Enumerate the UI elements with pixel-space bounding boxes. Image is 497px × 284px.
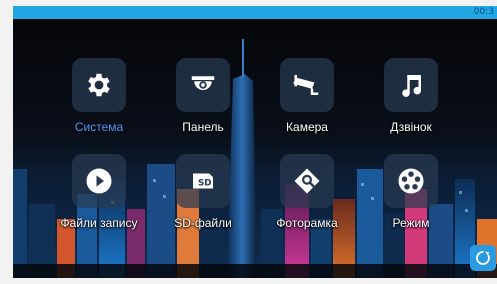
status-bar: 00:3 [13, 6, 497, 19]
menu-item-label: SD-файли [174, 216, 232, 230]
menu-item-ringtone[interactable]: Дзвінок [361, 58, 461, 140]
menu-item-mode[interactable]: Режим [361, 154, 461, 236]
menu-item-panel[interactable]: Панель [153, 58, 253, 140]
photo-frame-icon [280, 154, 334, 208]
camera-dome-icon [176, 58, 230, 112]
film-reel-icon [384, 154, 438, 208]
menu-item-label: Дзвінок [390, 120, 432, 134]
music-note-icon [384, 58, 438, 112]
device-screen: 00:3 Система Панель Камера Дзвінок Файли… [13, 6, 497, 278]
menu-item-system[interactable]: Система [49, 58, 149, 140]
menu-item-camera[interactable]: Камера [257, 58, 357, 140]
menu-item-label: Камера [286, 120, 328, 134]
menu-item-label: Режим [392, 216, 430, 230]
refresh-icon [476, 251, 490, 265]
clock: 00:3 [473, 7, 494, 17]
menu-item-photo-frame[interactable]: Фоторамка [257, 154, 357, 236]
menu-item-label: Панель [182, 120, 224, 134]
svg-text:SD: SD [198, 178, 212, 188]
menu-item-record-files[interactable]: Файли запису [49, 154, 149, 236]
gear-icon [72, 58, 126, 112]
cctv-camera-icon [280, 58, 334, 112]
menu-item-label: Фоторамка [276, 216, 338, 230]
menu-item-sd-files[interactable]: SD SD-файли [153, 154, 253, 236]
menu-item-label: Система [74, 120, 124, 134]
play-icon [72, 154, 126, 208]
menu-item-label: Файли запису [60, 216, 138, 230]
sd-card-icon: SD [176, 154, 230, 208]
refresh-button[interactable] [470, 245, 496, 271]
